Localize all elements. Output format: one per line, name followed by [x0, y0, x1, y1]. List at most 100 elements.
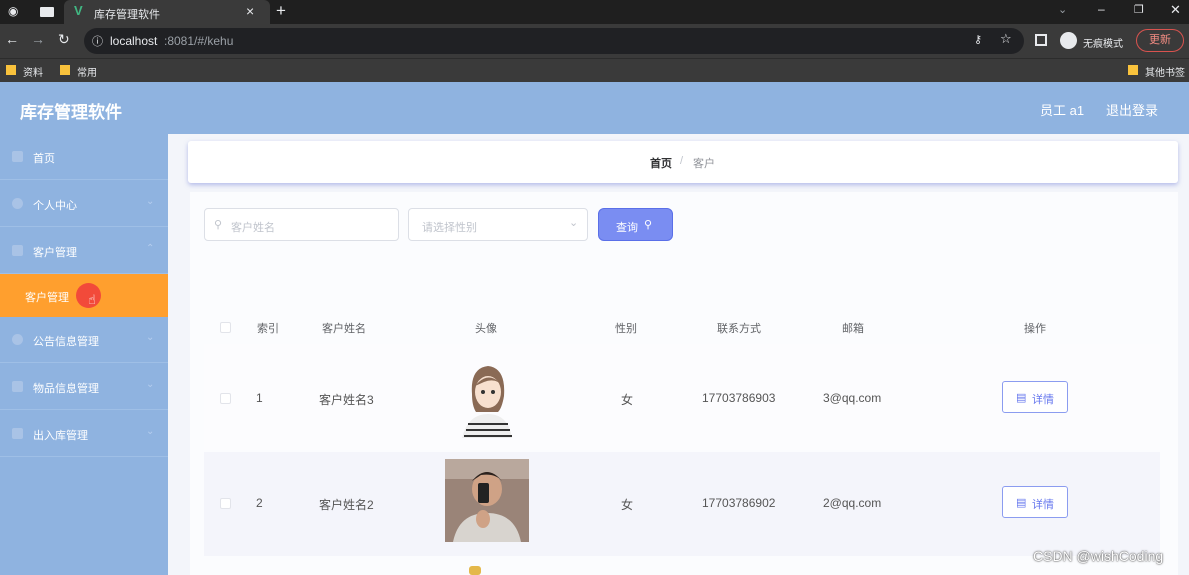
chevron-up-icon: ⌃ [146, 243, 155, 254]
reload-icon[interactable]: ↻ [58, 31, 70, 48]
avatar [462, 366, 512, 438]
bookmark-star-icon[interactable]: ☆ [1000, 31, 1012, 47]
incognito-label: 无痕模式 [1083, 39, 1123, 50]
grid-icon [12, 245, 23, 256]
sidepanel-icon[interactable] [1035, 34, 1047, 46]
document-icon: ▤ [1016, 497, 1027, 509]
url-host: localhost [110, 34, 158, 48]
avatar [469, 566, 481, 575]
avatar [445, 459, 529, 542]
sidebar-item-home[interactable]: 首页 [0, 134, 168, 180]
gender-select[interactable]: 请选择性别 ⌄ [408, 208, 588, 241]
cell-gender: 女 [621, 498, 634, 512]
minimize-icon[interactable]: – [1098, 2, 1105, 16]
window-close-icon[interactable]: ✕ [1170, 2, 1181, 18]
chevron-down-icon: ⌄ [569, 217, 579, 229]
cell-phone: 17703786902 [702, 496, 776, 510]
th-phone: 联系方式 [717, 323, 761, 335]
back-icon[interactable]: ← [5, 31, 19, 47]
tab-list-icon[interactable]: ⌄ [1058, 3, 1067, 16]
folder-icon [1128, 65, 1138, 75]
sidebar: 首页 个人中心 ⌄ 客户管理 ⌃ 客户管理 ☝ 公告信息管理 ⌄ 物品信息管理 ⌄ 出入… [0, 134, 168, 575]
cell-index: 2 [256, 496, 263, 510]
url-path: :8081/#/kehu [164, 34, 234, 48]
key-icon[interactable]: ⚷ [974, 33, 982, 46]
breadcrumb-separator: / [680, 155, 684, 167]
logout-link[interactable]: 退出登录 [1106, 100, 1158, 119]
sidebar-subitem-label: 客户管理 [25, 292, 69, 304]
gender-placeholder: 请选择性别 [422, 222, 477, 234]
other-bookmarks[interactable]: 其他书签 [1145, 64, 1185, 79]
th-gender: 性别 [615, 323, 637, 335]
sidebar-item-label: 公告信息管理 [33, 336, 99, 348]
th-name: 客户姓名 [322, 323, 366, 335]
select-all-checkbox[interactable] [220, 322, 231, 333]
cell-name: 客户姓名2 [319, 498, 374, 512]
url-field[interactable]: ⓘ localhost :8081/#/kehu ⚷ ☆ [84, 28, 1024, 54]
sidebar-item-customers[interactable]: 客户管理 ⌃ [0, 228, 168, 274]
th-email: 邮箱 [842, 323, 864, 335]
app-title: 库存管理软件 [20, 103, 122, 122]
browser-menu-icon[interactable]: ◉ [8, 4, 18, 18]
user-label: 员工 a1 [1040, 103, 1085, 118]
query-button[interactable]: 查询 ⚲ [598, 208, 673, 241]
goods-icon [12, 381, 23, 392]
notice-icon [12, 334, 23, 345]
chevron-down-icon: ⌄ [146, 379, 155, 390]
new-tab-button[interactable]: + [276, 1, 286, 21]
bookmark-changyong[interactable]: 常用 [77, 64, 97, 79]
detail-label: 详情 [1032, 394, 1054, 406]
customer-name-input[interactable]: ⚲ 客户姓名 [204, 208, 399, 241]
folder-icon [60, 65, 70, 75]
th-actions: 操作 [1024, 323, 1046, 335]
chevron-down-icon: ⌄ [146, 196, 155, 207]
sidebar-item-inout[interactable]: 出入库管理 ⌄ [0, 411, 168, 457]
breadcrumb-home[interactable]: 首页 [650, 155, 672, 171]
incognito-icon [1060, 32, 1077, 49]
bookmarks-bar: 资料 常用 其他书签 [0, 58, 1189, 82]
tab-close-icon[interactable]: × [246, 3, 254, 19]
sidebar-item-label: 出入库管理 [33, 430, 88, 442]
site-info-icon[interactable]: ⓘ [92, 33, 103, 49]
search-icon: ⚲ [644, 219, 653, 231]
document-icon: ▤ [1016, 392, 1027, 404]
warehouse-icon [12, 428, 23, 439]
row-checkbox[interactable] [220, 393, 231, 404]
sidebar-item-label: 客户管理 [33, 247, 77, 259]
bookmark-ziliao[interactable]: 资料 [23, 64, 43, 79]
sidebar-item-label: 首页 [33, 153, 55, 165]
cell-gender: 女 [621, 393, 634, 407]
browser-tab[interactable]: V 库存管理软件 × [64, 0, 270, 24]
sidebar-item-label: 物品信息管理 [33, 383, 99, 395]
sidebar-item-notices[interactable]: 公告信息管理 ⌄ [0, 317, 168, 363]
restore-icon[interactable]: ❐ [1134, 3, 1144, 16]
breadcrumb: 首页 / 客户 [188, 141, 1178, 183]
row-checkbox[interactable] [220, 498, 231, 509]
update-button[interactable]: 更新 [1136, 29, 1184, 52]
chevron-down-icon: ⌄ [146, 426, 155, 437]
customer-name-placeholder: 客户姓名 [231, 222, 275, 234]
app-header: 库存管理软件 员工 a1 退出登录 [0, 82, 1189, 134]
query-label: 查询 [616, 222, 638, 234]
home-icon [12, 151, 23, 162]
search-icon: ⚲ [214, 219, 223, 231]
cell-name: 客户姓名3 [319, 393, 374, 407]
hand-cursor-icon: ☝ [88, 292, 96, 307]
tab-search-icon[interactable] [40, 7, 54, 17]
tab-title: 库存管理软件 [94, 9, 160, 21]
detail-button[interactable]: ▤ 详情 [1002, 381, 1068, 413]
chevron-down-icon: ⌄ [146, 332, 155, 343]
breadcrumb-current: 客户 [693, 158, 715, 170]
detail-button[interactable]: ▤ 详情 [1002, 486, 1068, 518]
cell-index: 1 [256, 391, 263, 405]
sidebar-subitem-customers[interactable]: 客户管理 ☝ [0, 274, 168, 317]
cell-email: 2@qq.com [823, 496, 882, 510]
forward-icon[interactable]: → [31, 31, 45, 47]
sidebar-item-goods[interactable]: 物品信息管理 ⌄ [0, 364, 168, 410]
watermark: CSDN @wishCoding [1033, 548, 1164, 564]
cell-email: 3@qq.com [823, 391, 882, 405]
sidebar-item-profile[interactable]: 个人中心 ⌄ [0, 181, 168, 227]
cell-phone: 17703786903 [702, 391, 776, 405]
user-icon [12, 198, 23, 209]
sidebar-item-label: 个人中心 [33, 200, 77, 212]
